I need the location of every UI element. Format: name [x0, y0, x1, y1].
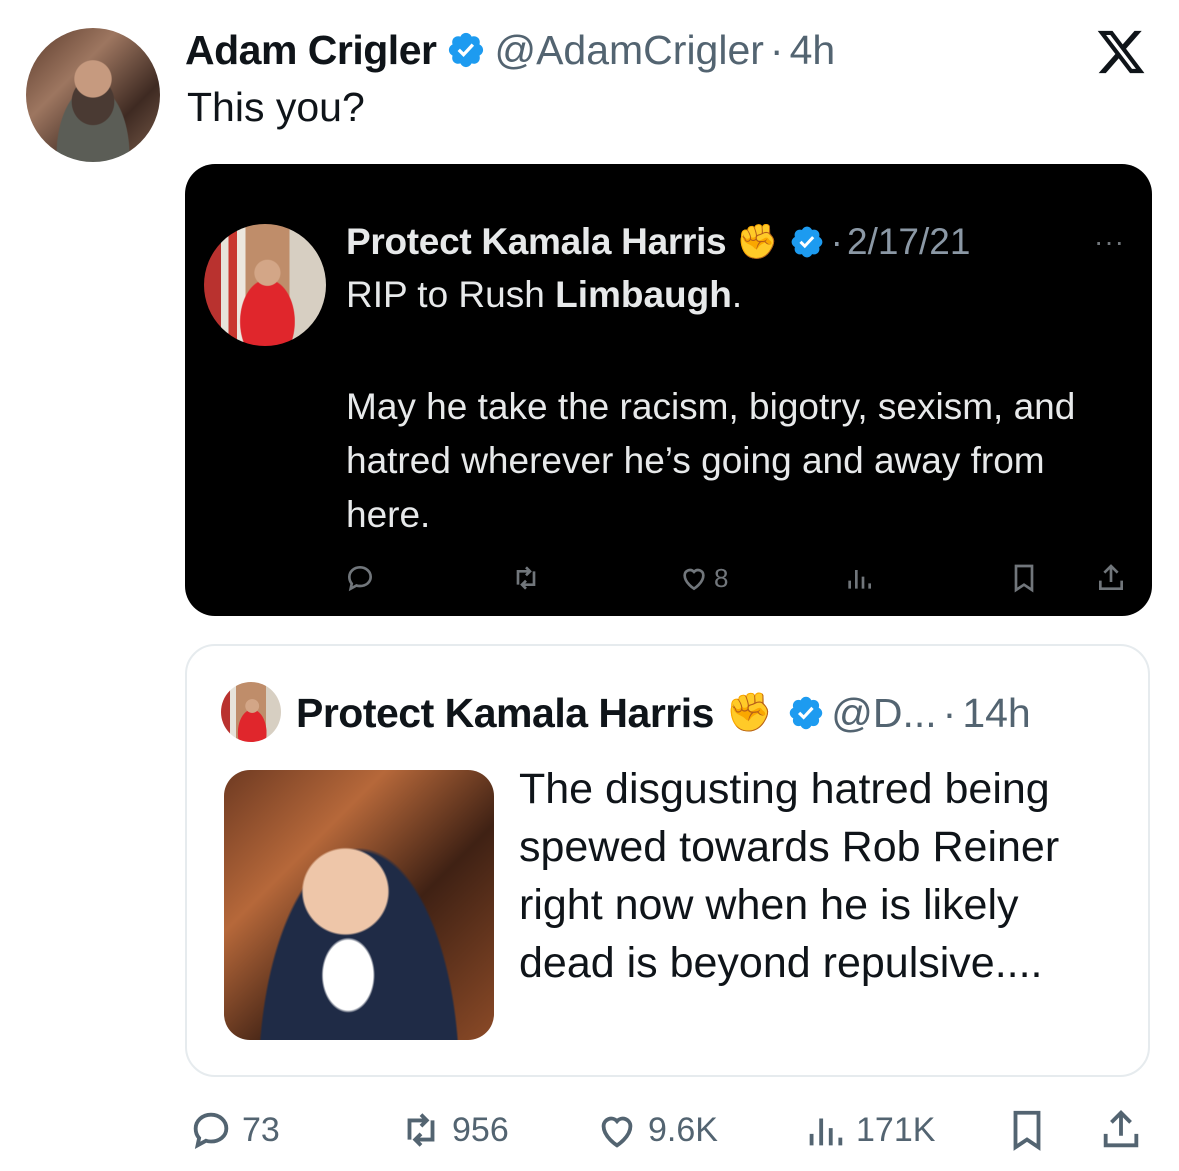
quoted-author-name: Protect Kamala Harris: [296, 689, 714, 736]
share-button[interactable]: [1098, 1106, 1152, 1154]
embedded-text-bold: Limbaugh: [555, 274, 732, 315]
post-header: Adam Crigler @AdamCrigler · 4h: [185, 24, 835, 76]
like-count: 9.6K: [648, 1110, 718, 1149]
quoted-text: The disgusting hatred being spewed towar…: [519, 765, 1060, 987]
author-handle[interactable]: @AdamCrigler: [494, 27, 763, 74]
quoted-header: Protect Kamala Harris ✊ @D... · 14h: [296, 686, 1031, 740]
embedded-text-suffix: .: [731, 274, 743, 315]
reply-button[interactable]: 73: [188, 1106, 280, 1154]
embedded-reply: [344, 562, 376, 594]
embedded-author-name: Protect Kamala Harris: [346, 221, 727, 262]
embedded-text-line1: RIP to Rush Limbaugh.: [346, 274, 742, 316]
post-time[interactable]: 4h: [790, 27, 836, 74]
repost-button[interactable]: 956: [398, 1106, 509, 1154]
embedded-text-prefix: RIP to Rush: [346, 274, 556, 315]
reply-count: 73: [242, 1110, 280, 1149]
like-button[interactable]: 9.6K: [594, 1106, 718, 1154]
reply-icon: [347, 565, 373, 592]
embedded-author-avatar: [204, 224, 326, 346]
embedded-bookmark: [1008, 562, 1040, 594]
reply-icon: [193, 1112, 229, 1150]
repost-icon: [516, 566, 536, 590]
author-avatar[interactable]: [26, 28, 160, 162]
embedded-date: 2/17/21: [847, 221, 971, 262]
verified-badge-icon: [449, 32, 484, 68]
views-count: 171K: [856, 1110, 936, 1149]
verified-badge-icon: [791, 226, 823, 258]
embedded-header: Protect Kamala Harris ✊ · 2/17/21: [346, 216, 970, 268]
repost-count: 956: [452, 1110, 509, 1149]
x-logo-icon: [1097, 30, 1145, 74]
share-icon: [1103, 1110, 1139, 1148]
embedded-body-text: May he take the racism, bigotry, sexism,…: [346, 386, 1076, 535]
quoted-media-image[interactable]: [224, 770, 494, 1040]
embedded-share: [1095, 562, 1127, 594]
verified-badge-icon: [790, 696, 823, 730]
post-text: This you?: [187, 84, 365, 130]
embedded-repost: [510, 562, 542, 594]
heart-icon: [683, 568, 705, 591]
quoted-time: 14h: [962, 689, 1031, 736]
separator-dot: ·: [830, 221, 843, 262]
share-icon: [1099, 564, 1123, 590]
views-button[interactable]: 171K: [802, 1106, 935, 1154]
raised-fist-emoji: ✊: [736, 223, 779, 261]
views-chart-icon: [848, 570, 871, 589]
bookmark-icon: [1014, 564, 1034, 593]
separator-dot: ·: [769, 26, 784, 73]
embedded-like: 8: [678, 562, 728, 594]
quoted-handle: @D...: [831, 689, 937, 736]
quoted-author-avatar: [221, 682, 281, 742]
more-options-icon: ···: [1094, 226, 1125, 257]
heart-icon: [601, 1116, 633, 1148]
repost-icon: [407, 1113, 435, 1147]
raised-fist-emoji: ✊: [725, 692, 774, 734]
author-name[interactable]: Adam Crigler: [185, 27, 437, 74]
bookmark-button[interactable]: [1004, 1106, 1058, 1154]
embedded-like-count: 8: [714, 562, 729, 593]
bookmark-icon: [1013, 1110, 1041, 1151]
embedded-views: [843, 562, 875, 594]
separator-dot: ·: [942, 689, 957, 736]
views-chart-icon: [809, 1118, 843, 1146]
